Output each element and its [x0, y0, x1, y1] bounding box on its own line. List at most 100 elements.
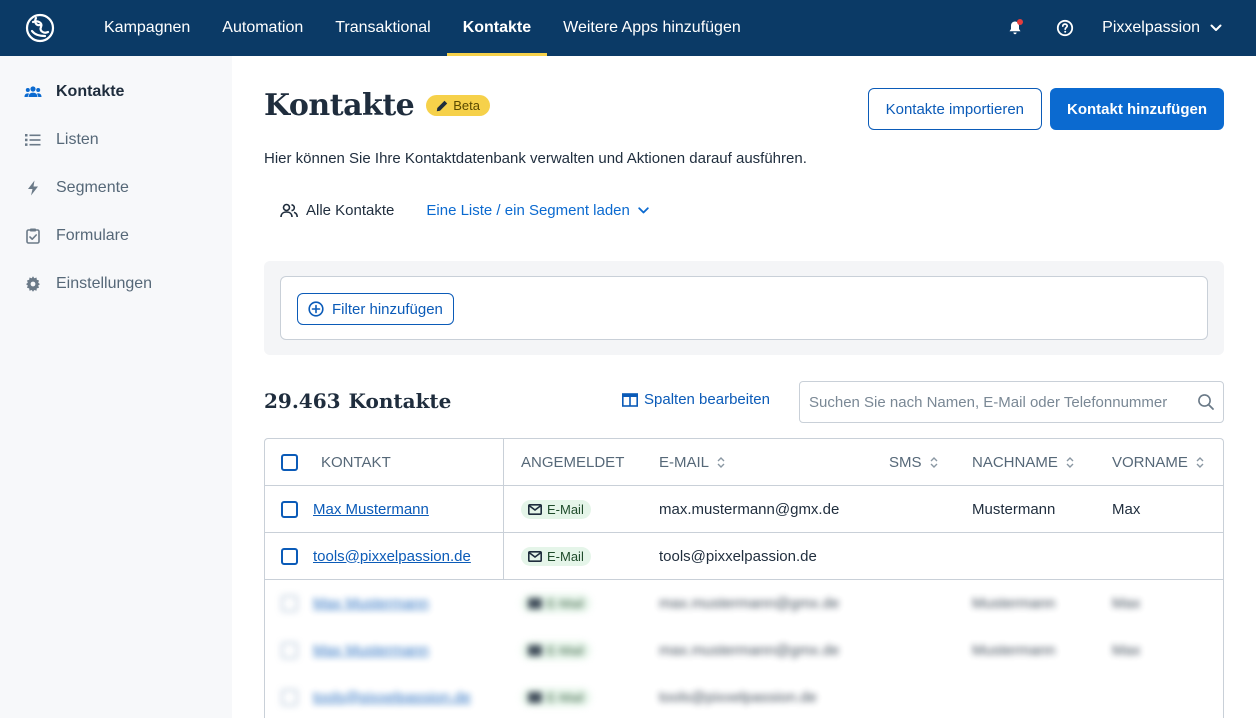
title-bar: Kontakte Beta: [264, 88, 491, 123]
sidebar-item-einstellungen[interactable]: Einstellungen: [0, 260, 232, 308]
logo-icon: [25, 13, 55, 43]
select-all-checkbox[interactable]: [281, 453, 298, 471]
account-name: Pixxelpassion: [1102, 19, 1200, 36]
contact-link[interactable]: tools@pixxelpassion.de: [313, 689, 471, 706]
search-box: [799, 381, 1224, 423]
table-row[interactable]: Max Mustermann E-Mail max.mustermann@gmx…: [265, 486, 1223, 533]
subscribed-pill: E-Mail: [521, 499, 591, 519]
edit-columns-label: Spalten bearbeiten: [644, 391, 770, 408]
pill-label: E-Mail: [547, 595, 584, 611]
header-sms[interactable]: SMS: [889, 439, 938, 485]
nav-item-label: Automation: [222, 19, 304, 36]
row-checkbox[interactable]: [281, 688, 298, 706]
search-input[interactable]: [800, 382, 1180, 422]
header-label: E-MAIL: [659, 453, 710, 471]
sidebar: Kontakte Listen Segmente Formulare Einst…: [0, 56, 232, 718]
list-icon: [24, 131, 42, 149]
nav-item-automation[interactable]: Automation: [206, 0, 319, 56]
pencil-icon: [437, 100, 448, 111]
envelope-icon: [528, 597, 542, 609]
add-contact-button[interactable]: Kontakt hinzufügen: [1050, 88, 1224, 130]
account-menu[interactable]: Pixxelpassion: [1090, 19, 1256, 37]
header-firstname[interactable]: VORNAME: [1112, 439, 1204, 485]
contact-link[interactable]: tools@pixxelpassion.de: [313, 548, 471, 565]
sidebar-item-label: Formulare: [56, 227, 129, 244]
sidebar-item-label: Listen: [56, 131, 99, 148]
nav-item-kampagnen[interactable]: Kampagnen: [88, 0, 206, 56]
subscribed-pill: E-Mail: [521, 687, 591, 707]
sort-icon: [717, 456, 725, 468]
blurred-rows: Max Mustermann E-Mail max.mustermann@gmx…: [265, 580, 1223, 718]
tab-all-contacts[interactable]: Alle Kontakte: [280, 202, 394, 219]
sidebar-item-label: Kontakte: [56, 83, 125, 100]
bolt-icon: [24, 179, 42, 197]
add-filter-button[interactable]: Filter hinzufügen: [297, 293, 454, 325]
header-lastname[interactable]: NACHNAME: [972, 439, 1074, 485]
count-value: 29.463: [264, 389, 341, 413]
pill-label: E-Mail: [547, 548, 584, 564]
header-email[interactable]: E-MAIL: [659, 439, 725, 485]
header-label: NACHNAME: [972, 453, 1058, 471]
contacts-summary: 29.463 Kontakte Spalten bearbeiten: [264, 381, 1224, 423]
table-row[interactable]: tools@pixxelpassion.de E-Mail tools@pixx…: [265, 533, 1223, 580]
chevron-down-icon: [1210, 24, 1222, 31]
row-checkbox[interactable]: [281, 500, 298, 518]
sort-icon: [930, 456, 938, 468]
load-list-segment-dropdown[interactable]: Eine Liste / ein Segment laden: [426, 202, 649, 219]
import-contacts-button[interactable]: Kontakte importieren: [867, 88, 1043, 130]
row-checkbox[interactable]: [281, 641, 298, 659]
nav-item-weitere-apps[interactable]: Weitere Apps hinzufügen: [547, 0, 757, 56]
contact-link[interactable]: Max Mustermann: [313, 501, 429, 518]
notifications-button[interactable]: [990, 0, 1040, 56]
chevron-down-icon: [638, 207, 649, 214]
sidebar-item-formulare[interactable]: Formulare: [0, 212, 232, 260]
subscribed-pill: E-Mail: [521, 593, 591, 613]
logo[interactable]: [0, 0, 88, 56]
header-subscribed: ANGEMELDET: [521, 453, 625, 471]
badge-label: Beta: [453, 98, 481, 113]
tab-label: Eine Liste / ein Segment laden: [426, 202, 630, 219]
contact-link[interactable]: Max Mustermann: [313, 595, 429, 612]
users-icon: [24, 83, 42, 101]
table-row[interactable]: Max Mustermann E-Mail max.mustermann@gmx…: [265, 627, 1223, 674]
firstname-cell: Max: [1112, 594, 1141, 612]
nav-item-transaktional[interactable]: Transaktional: [319, 0, 446, 56]
sidebar-item-label: Segmente: [56, 179, 129, 196]
header-label: VORNAME: [1112, 453, 1188, 471]
nav-item-kontakte[interactable]: Kontakte: [446, 0, 548, 56]
pill-label: E-Mail: [547, 501, 584, 517]
nav-item-label: Weitere Apps hinzufügen: [563, 19, 741, 36]
sidebar-item-listen[interactable]: Listen: [0, 116, 232, 164]
edit-columns-button[interactable]: Spalten bearbeiten: [622, 391, 770, 408]
header-label: SMS: [889, 453, 922, 471]
table-row[interactable]: Max Mustermann E-Mail max.mustermann@gmx…: [265, 580, 1223, 627]
page-title: Kontakte: [264, 88, 415, 123]
email-cell: tools@pixxelpassion.de: [659, 547, 817, 565]
search-icon[interactable]: [1197, 393, 1215, 411]
envelope-icon: [528, 644, 542, 656]
nav-item-label: Kampagnen: [104, 19, 191, 36]
count-label: Kontakte: [348, 389, 452, 413]
top-navigation: Kampagnen Automation Transaktional Konta…: [0, 0, 1256, 56]
row-checkbox[interactable]: [281, 547, 298, 565]
table-row[interactable]: tools@pixxelpassion.de E-Mail tools@pixx…: [265, 674, 1223, 718]
sidebar-item-kontakte[interactable]: Kontakte: [0, 68, 232, 116]
sort-icon: [1196, 456, 1204, 468]
contact-link[interactable]: Max Mustermann: [313, 642, 429, 659]
page-subtitle: Hier können Sie Ihre Kontaktdatenbank ve…: [264, 150, 807, 167]
lastname-cell: Mustermann: [972, 641, 1056, 659]
page-actions: Kontakte importieren Kontakt hinzufügen: [867, 88, 1224, 130]
tab-label: Alle Kontakte: [306, 202, 395, 219]
envelope-icon: [528, 503, 542, 515]
email-cell: max.mustermann@gmx.de: [659, 594, 840, 612]
nav-item-label: Transaktional: [335, 19, 431, 36]
sidebar-item-segmente[interactable]: Segmente: [0, 164, 232, 212]
row-checkbox[interactable]: [281, 594, 298, 612]
contact-tabs: Alle Kontakte Eine Liste / ein Segment l…: [280, 202, 649, 219]
subscribed-pill: E-Mail: [521, 640, 591, 660]
header-contact: KONTAKT: [321, 453, 391, 471]
envelope-icon: [528, 691, 542, 703]
lastname-cell: Mustermann: [972, 500, 1056, 518]
help-button[interactable]: [1040, 0, 1090, 56]
sidebar-item-label: Einstellungen: [56, 275, 153, 292]
